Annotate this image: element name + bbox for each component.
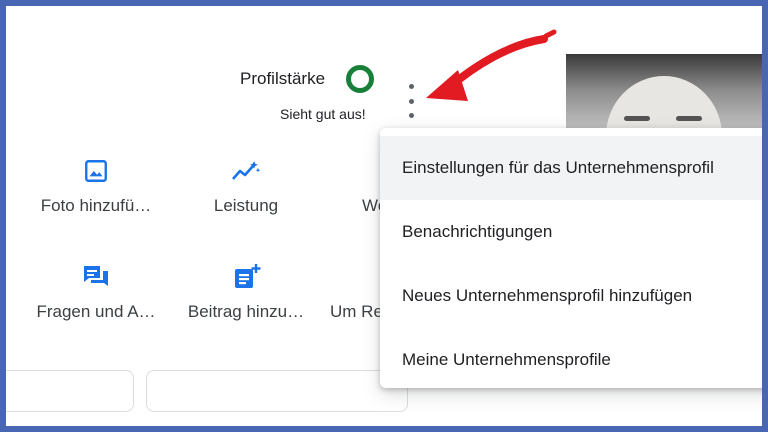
business-profile-panel: Profilstärke Sieht gut aus! Foto hinzufü… [6,6,762,426]
annotation-arrow [426,29,557,101]
